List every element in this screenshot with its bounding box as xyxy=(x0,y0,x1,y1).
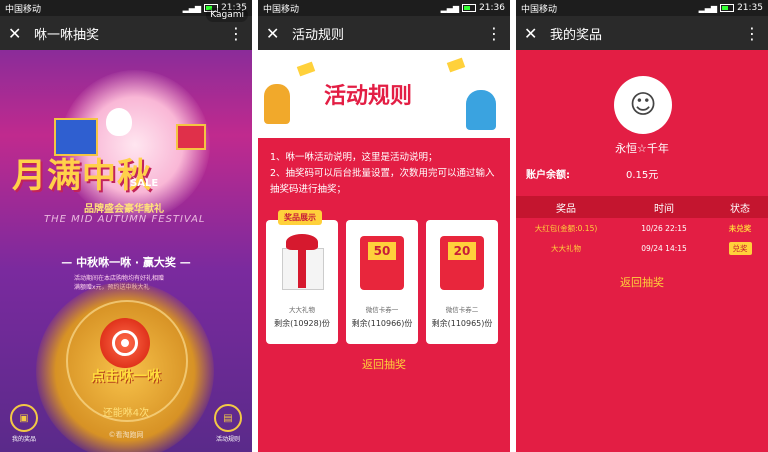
rule-item: 1、咻一咻活动说明，这里是活动说明； xyxy=(270,152,438,163)
click-label[interactable]: 点击咻一咻 xyxy=(0,366,252,386)
close-icon[interactable]: ✕ xyxy=(8,24,34,43)
phone-lottery: 中国移动 ▂▄▆ 21:35 ✕ 咻一咻抽奖 ⋮ Kagami 月满中秋 SAL… xyxy=(0,0,252,452)
prize-remaining: 剩余(110966)份 xyxy=(351,319,413,328)
banner-title: 活动规则 xyxy=(324,83,413,109)
target-icon xyxy=(112,330,138,356)
status-bar: 中国移动 ▂▄▆ 21:35 xyxy=(516,0,768,16)
user-name: 永恒☆千年 xyxy=(615,142,669,155)
column-header: 奖品 xyxy=(556,203,576,215)
balance-value: 0.15元 xyxy=(626,170,659,181)
signal-icon: ▂▄▆ xyxy=(182,3,202,13)
prize-table: 奖品 时间 状态 大红包(金额:0.15) 10/26 22:15 未兑奖 大大… xyxy=(516,196,768,258)
back-to-lottery-link[interactable]: 返回抽奖 xyxy=(516,274,768,290)
prize-card: 大大礼物 剩余(10928)份 xyxy=(266,220,338,344)
clock-label: 21:35 xyxy=(737,3,763,13)
shake-button[interactable] xyxy=(100,318,150,368)
prize-name: 大大礼物 xyxy=(289,306,315,314)
more-menu-icon[interactable]: ⋮ xyxy=(228,24,244,43)
title-bar: ✕ 我的奖品 ⋮ xyxy=(516,16,768,50)
title-bar: ✕ 活动规则 ⋮ xyxy=(258,16,510,50)
clock-label: 21:36 xyxy=(479,3,505,13)
more-menu-icon[interactable]: ⋮ xyxy=(744,24,760,43)
prize-remaining: 剩余(10928)份 xyxy=(274,319,330,328)
prize-section-label: 奖品展示 xyxy=(278,210,322,225)
sale-label: SALE xyxy=(130,178,159,189)
more-menu-icon[interactable]: ⋮ xyxy=(486,24,502,43)
rule-item: 2、抽奖码可以后台批量设置，次数用完可以通过输入抽奖码进行抽奖； xyxy=(270,168,495,195)
prize-remaining: 剩余(110965)份 xyxy=(431,319,493,328)
prize-cell: 大红包(金额:0.15) xyxy=(534,223,598,233)
sub-title: — 中秋咻一咻 · 赢大奖 — xyxy=(61,256,191,269)
balance-row: 账户余额: 0.15元 xyxy=(526,166,758,181)
table-row: 大大礼物 09/24 14:15 兑奖 xyxy=(516,238,768,258)
phone-my-prizes: 中国移动 ▂▄▆ 21:35 ✕ 我的奖品 ⋮ ☺ 永恒☆千年 账户余额: 0.… xyxy=(516,0,768,452)
prize-cell: 大大礼物 xyxy=(551,243,581,253)
gift-icon xyxy=(272,230,332,298)
carrier-label: 中国移动 xyxy=(263,4,300,15)
panda-icon: ☺ xyxy=(629,90,657,120)
table-row: 大红包(金额:0.15) 10/26 22:15 未兑奖 xyxy=(516,218,768,238)
kid-illustration-icon xyxy=(264,84,290,124)
rules-label: 活动规则 xyxy=(215,436,240,443)
screenshot-collage: 中国移动 ▂▄▆ 21:35 ✕ 咻一咻抽奖 ⋮ Kagami 月满中秋 SAL… xyxy=(0,0,768,452)
carrier-label: 中国移动 xyxy=(5,4,42,15)
back-to-lottery-link[interactable]: 返回抽奖 xyxy=(258,356,510,372)
avatar: ☺ xyxy=(614,76,672,134)
my-prizes-label: 我的奖品 xyxy=(11,436,36,443)
brand-line: 品牌盛会豪华献礼 xyxy=(84,204,164,215)
headline: 月满中秋 xyxy=(12,156,152,196)
prize-icon: ▣ xyxy=(10,404,38,432)
red-envelope-icon: 50 xyxy=(352,230,412,298)
close-icon[interactable]: ✕ xyxy=(266,24,292,43)
confetti-icon xyxy=(296,61,316,77)
red-envelope-icon: 20 xyxy=(432,230,492,298)
rules-text: 1、咻一咻活动说明，这里是活动说明； 2、抽奖码可以后台批量设置，次数用完可以通… xyxy=(270,150,500,198)
rules-icon: ▤ xyxy=(214,404,242,432)
rules-banner: 活动规则 xyxy=(258,50,510,138)
battery-icon xyxy=(720,4,735,12)
prize-name: 微信卡券一 xyxy=(365,306,399,314)
column-header: 状态 xyxy=(730,203,750,215)
signal-icon: ▂▄▆ xyxy=(698,3,718,13)
status-bar: 中国移动 ▂▄▆ 21:36 xyxy=(258,0,510,16)
signal-icon: ▂▄▆ xyxy=(440,3,460,13)
status-cell: 未兑奖 xyxy=(728,223,752,233)
user-name: Kagami xyxy=(210,10,244,20)
rules-button[interactable]: ▤ 活动规则 xyxy=(208,404,248,443)
time-cell: 09/24 14:15 xyxy=(641,243,687,253)
kid-illustration-icon xyxy=(466,90,496,130)
coupon-amount: 50 xyxy=(368,242,396,260)
festival-label: THE MID AUTUMN FESTIVAL xyxy=(44,214,206,225)
gift-box-small-icon xyxy=(176,124,206,150)
close-icon[interactable]: ✕ xyxy=(524,24,550,43)
battery-icon xyxy=(462,4,477,12)
page-title: 咻一咻抽奖 xyxy=(34,27,100,43)
column-header: 时间 xyxy=(654,203,674,215)
time-cell: 10/26 22:15 xyxy=(641,223,687,233)
prize-name: 微信卡券二 xyxy=(445,306,479,314)
redeem-button[interactable]: 兑奖 xyxy=(728,241,752,255)
coupon-amount: 20 xyxy=(448,242,476,260)
page-title: 活动规则 xyxy=(292,27,345,43)
my-prizes-button[interactable]: ▣ 我的奖品 xyxy=(4,404,44,443)
balance-label: 账户余额: xyxy=(526,170,570,181)
table-header: 奖品 时间 状态 xyxy=(516,196,768,218)
prize-card: 50 微信卡券一 剩余(110966)份 xyxy=(346,220,418,344)
confetti-icon xyxy=(446,57,466,73)
rabbit-icon xyxy=(106,108,132,136)
page-title: 我的奖品 xyxy=(550,27,603,43)
carrier-label: 中国移动 xyxy=(521,4,558,15)
phone-rules: 中国移动 ▂▄▆ 21:36 ✕ 活动规则 ⋮ 活动规则 1、咻一咻活动说明，这… xyxy=(258,0,510,452)
prize-card: 20 微信卡券二 剩余(110965)份 xyxy=(426,220,498,344)
user-chip: Kagami xyxy=(206,8,248,22)
